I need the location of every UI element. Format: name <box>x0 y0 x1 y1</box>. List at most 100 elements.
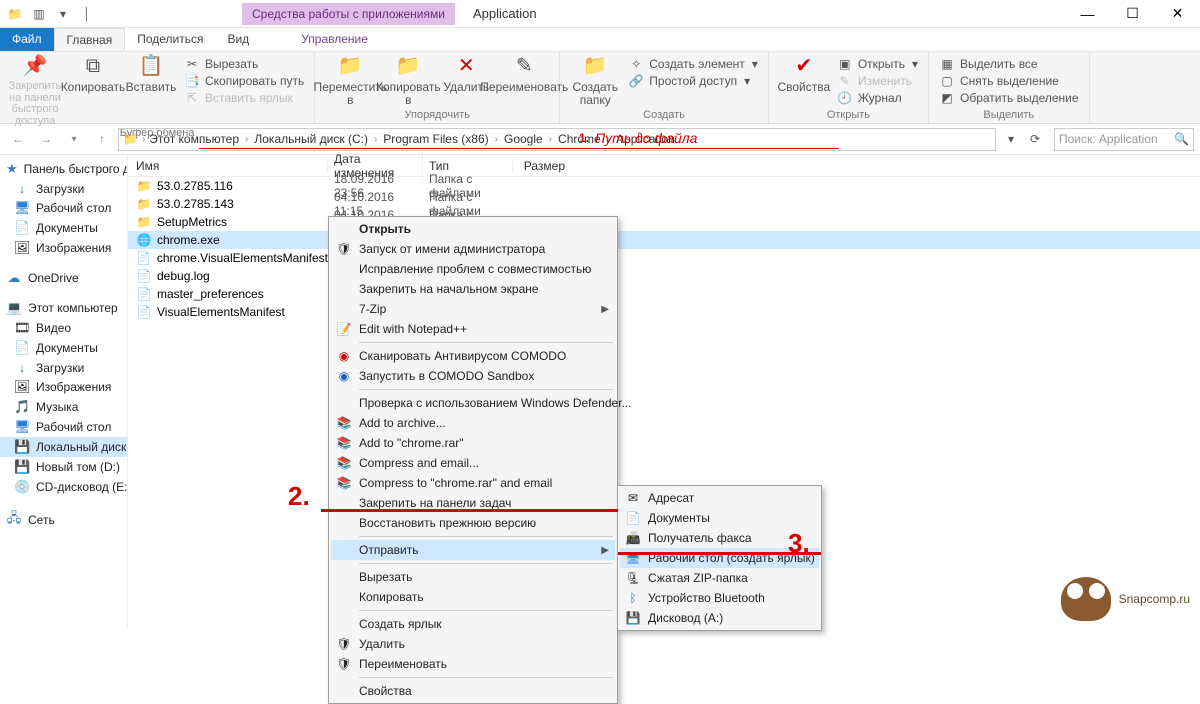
paste-shortcut-button[interactable]: ⇱Вставить ярлык <box>180 90 308 106</box>
up-button[interactable]: ↑ <box>90 127 114 151</box>
refresh-button[interactable]: ⟳ <box>1024 128 1046 150</box>
rename-button[interactable]: ✎Переименовать <box>495 54 553 94</box>
ctx-rename[interactable]: 🛡Переименовать <box>331 654 615 674</box>
copy-button[interactable]: ⧉Копировать <box>64 54 122 94</box>
file-row[interactable]: 📄chrome.VisualElementsManifest1 КБ <box>128 249 1200 267</box>
copy-path-button[interactable]: 📑Скопировать путь <box>180 73 308 89</box>
annotation-2: 2. <box>288 481 310 512</box>
col-size[interactable]: Размер <box>513 159 573 173</box>
ctx-comodo-sandbox[interactable]: ◉Запустить в COMODO Sandbox <box>331 366 615 386</box>
sidebar-pictures2[interactable]: 🖼Изображения <box>0 377 127 397</box>
sidebar-downloads[interactable]: ↓Загрузки <box>0 179 127 198</box>
ctx-defender[interactable]: Проверка с использованием Windows Defend… <box>331 393 615 413</box>
search-box[interactable]: Поиск: Application 🔍 <box>1054 128 1194 151</box>
forward-button[interactable]: → <box>34 127 58 151</box>
ctx-open[interactable]: Открыть <box>331 219 615 239</box>
file-list: Имя Дата изменения Тип Размер 📁53.0.2785… <box>128 155 1200 627</box>
ctx-notepad[interactable]: 📝Edit with Notepad++ <box>331 319 615 339</box>
sendto-drive-a[interactable]: 💾Дисковод (A:) <box>620 608 819 628</box>
pin-quick-access-button[interactable]: 📌Закрепить на панели быстрого доступа <box>6 54 64 127</box>
col-name[interactable]: Имя <box>128 159 328 173</box>
properties-button[interactable]: ✔Свойства <box>775 54 833 94</box>
file-row[interactable]: 📄master_preferences1 КБ <box>128 285 1200 303</box>
file-row[interactable]: 📁SetupMetrics04.10.2016 11:15Папка с фай… <box>128 213 1200 231</box>
tab-home[interactable]: Главная <box>54 28 126 51</box>
ctx-compress-email[interactable]: 📚Compress and email... <box>331 453 615 473</box>
edit-button[interactable]: ✎Изменить <box>833 73 922 89</box>
ctx-add-rar[interactable]: 📚Add to "chrome.rar" <box>331 433 615 453</box>
sidebar-videos[interactable]: 🎞Видео <box>0 318 127 338</box>
ctx-comodo-scan[interactable]: ◉Сканировать Антивирусом COMODO <box>331 346 615 366</box>
main-area: ★Панель быстрого доступа ↓Загрузки 🖥Рабо… <box>0 155 1200 627</box>
sidebar-this-pc[interactable]: 💻Этот компьютер <box>0 298 127 318</box>
sidebar-cd-drive[interactable]: 💿CD-дисковод (E:) <box>0 477 127 497</box>
qat-item[interactable]: ▥ <box>28 3 50 25</box>
file-row[interactable]: 📁53.0.2785.11618.09.2016 23:56Папка с фа… <box>128 177 1200 195</box>
sendto-recipient[interactable]: ✉Адресат <box>620 488 819 508</box>
sidebar-local-disk-c[interactable]: 💾Локальный диск (C:) <box>0 437 127 457</box>
breadcrumb[interactable]: Локальный диск (C:)› <box>254 132 383 146</box>
ctx-shortcut[interactable]: Создать ярлык <box>331 614 615 634</box>
sendto-bluetooth[interactable]: ᛒУстройство Bluetooth <box>620 588 819 608</box>
sidebar-onedrive[interactable]: ☁OneDrive <box>0 268 127 288</box>
close-button[interactable]: ✕ <box>1155 0 1200 28</box>
invert-selection-button[interactable]: ◩Обратить выделение <box>935 90 1083 106</box>
sidebar-music[interactable]: 🎵Музыка <box>0 397 127 417</box>
ctx-compress-rar-email[interactable]: 📚Compress to "chrome.rar" and email <box>331 473 615 493</box>
ctx-copy[interactable]: Копировать <box>331 587 615 607</box>
breadcrumb-bar[interactable]: 📁› Этот компьютер› Локальный диск (C:)› … <box>118 128 996 151</box>
select-all-button[interactable]: ▦Выделить все <box>935 56 1083 72</box>
easy-access-button[interactable]: 🔗Простой доступ▾ <box>624 73 762 89</box>
sidebar-new-vol-d[interactable]: 💾Новый том (D:) <box>0 457 127 477</box>
ctx-compat[interactable]: Исправление проблем с совместимостью <box>331 259 615 279</box>
sidebar-documents[interactable]: 📄Документы <box>0 218 127 238</box>
breadcrumb[interactable]: Program Files (x86)› <box>383 132 504 146</box>
sidebar-quick-access[interactable]: ★Панель быстрого доступа <box>0 159 127 179</box>
ctx-restore[interactable]: Восстановить прежнюю версию <box>331 513 615 533</box>
new-item-button[interactable]: ✧Создать элемент▾ <box>624 56 762 72</box>
sidebar-downloads2[interactable]: ↓Загрузки <box>0 358 127 377</box>
back-button[interactable]: ← <box>6 127 30 151</box>
file-row[interactable]: 🌐chrome.exe945 КБ <box>128 231 1200 249</box>
ctx-properties[interactable]: Свойства <box>331 681 615 701</box>
group-label: Создать <box>566 109 762 123</box>
ctx-add-archive[interactable]: 📚Add to archive... <box>331 413 615 433</box>
sidebar-documents2[interactable]: 📄Документы <box>0 338 127 358</box>
tab-file[interactable]: Файл <box>0 28 54 51</box>
history-button[interactable]: 🕘Журнал <box>833 90 922 106</box>
select-none-button[interactable]: ▢Снять выделение <box>935 73 1083 89</box>
copy-to-button[interactable]: 📁Копировать в <box>379 54 437 106</box>
sidebar-network[interactable]: 🖧Сеть <box>0 507 127 533</box>
maximize-button[interactable]: ☐ <box>1110 0 1155 28</box>
file-row[interactable]: 📁53.0.2785.14304.10.2016 11:15Папка с фа… <box>128 195 1200 213</box>
sidebar-desktop2[interactable]: 🖥Рабочий стол <box>0 417 127 437</box>
ctx-cut[interactable]: Вырезать <box>331 567 615 587</box>
sendto-zip[interactable]: 🗜Сжатая ZIP-папка <box>620 568 819 588</box>
tab-manage[interactable]: Управление <box>289 28 380 51</box>
open-button[interactable]: ▣Открыть▾ <box>833 56 922 72</box>
qat-dropdown[interactable]: ▾ <box>52 3 74 25</box>
tab-view[interactable]: Вид <box>215 28 261 51</box>
ctx-delete[interactable]: 🛡Удалить <box>331 634 615 654</box>
sidebar-desktop[interactable]: 🖥Рабочий стол <box>0 198 127 218</box>
tab-share[interactable]: Поделиться <box>125 28 215 51</box>
minimize-button[interactable]: — <box>1065 0 1110 28</box>
breadcrumb[interactable]: Этот компьютер› <box>149 132 254 146</box>
sidebar-pictures[interactable]: 🖼Изображения <box>0 238 127 258</box>
recent-dropdown[interactable]: ▾ <box>62 127 86 151</box>
ctx-send-to[interactable]: Отправить▶ <box>331 540 615 560</box>
ctx-pin-start[interactable]: Закрепить на начальном экране <box>331 279 615 299</box>
new-folder-button[interactable]: 📁Создать папку <box>566 54 624 106</box>
file-name: chrome.exe <box>157 233 220 247</box>
paste-button[interactable]: 📋Вставить <box>122 54 180 94</box>
sendto-documents[interactable]: 📄Документы <box>620 508 819 528</box>
ctx-run-admin[interactable]: 🛡Запуск от имени администратора <box>331 239 615 259</box>
col-type[interactable]: Тип <box>423 159 513 173</box>
ctx-7zip[interactable]: 7-Zip▶ <box>331 299 615 319</box>
dropdown-button[interactable]: ▾ <box>1000 128 1022 150</box>
file-row[interactable]: 📄debug.log1 КБ <box>128 267 1200 285</box>
file-row[interactable]: 📄VisualElementsManifest1 КБ <box>128 303 1200 321</box>
breadcrumb[interactable]: Google› <box>504 132 558 146</box>
move-to-button[interactable]: 📁Переместить в <box>321 54 379 106</box>
cut-button[interactable]: ✂Вырезать <box>180 56 308 72</box>
